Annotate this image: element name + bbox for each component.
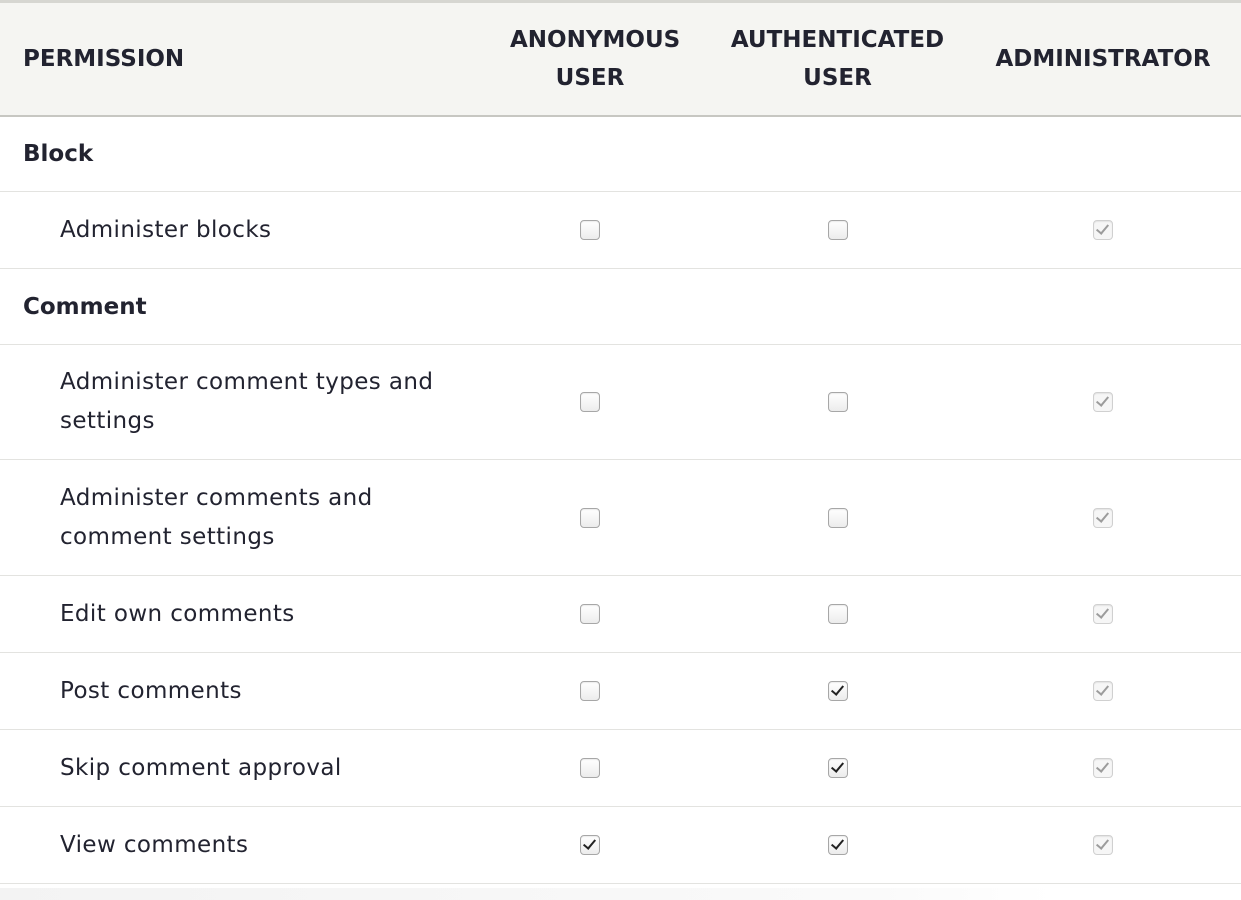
administrator-permission-cell — [965, 345, 1241, 460]
authenticated-permission-checkbox[interactable] — [827, 681, 848, 702]
anonymous-permission-cell — [470, 460, 710, 576]
permissions-table-body: Block Administer blocks Comment Administer … — [0, 116, 1241, 884]
anonymous-permission-checkbox[interactable] — [580, 835, 600, 856]
authenticated-permission-cell — [710, 460, 965, 576]
administrator-permission-cell — [965, 653, 1241, 730]
anonymous-permission-checkbox[interactable] — [580, 681, 600, 702]
anonymous-user-column-header: ANONYMOUS USER — [510, 26, 681, 91]
permission-group-row: Comment — [0, 269, 1241, 345]
authenticated-permission-checkbox[interactable] — [827, 758, 848, 779]
authenticated-permission-cell — [710, 192, 965, 269]
authenticated-permission-checkbox[interactable] — [827, 392, 848, 413]
administrator-permission-checkbox — [1093, 507, 1113, 528]
permission-label: Skip comment approval — [60, 754, 342, 781]
administrator-permission-cell — [965, 730, 1241, 807]
permission-row: Administer comment types and settings — [0, 345, 1241, 460]
administrator-permission-checkbox — [1093, 604, 1113, 625]
anonymous-permission-cell — [470, 653, 710, 730]
permission-label: Administer blocks — [60, 216, 272, 243]
administrator-permission-cell — [965, 460, 1241, 576]
permission-group-row: Block — [0, 116, 1241, 192]
authenticated-permission-checkbox[interactable] — [827, 507, 848, 528]
authenticated-permission-checkbox[interactable] — [827, 604, 848, 625]
anonymous-permission-checkbox[interactable] — [580, 392, 600, 413]
permission-column-header: PERMISSION — [23, 45, 185, 72]
permission-row: Post comments — [0, 653, 1241, 730]
permission-label: Administer comments and comment settings — [60, 484, 373, 550]
anonymous-permission-checkbox[interactable] — [580, 220, 600, 241]
authenticated-permission-checkbox[interactable] — [827, 220, 848, 241]
authenticated-permission-checkbox[interactable] — [827, 835, 848, 856]
administrator-permission-checkbox — [1093, 220, 1113, 241]
permission-row: Skip comment approval — [0, 730, 1241, 807]
permission-row: Administer comments and comment settings — [0, 460, 1241, 576]
authenticated-permission-cell — [710, 345, 965, 460]
authenticated-permission-cell — [710, 576, 965, 653]
permission-label: View comments — [60, 831, 249, 858]
authenticated-permission-cell — [710, 807, 965, 884]
permission-label: Administer comment types and settings — [60, 369, 434, 434]
permission-row: Administer blocks — [0, 192, 1241, 269]
anonymous-permission-cell — [470, 345, 710, 460]
administrator-permission-cell — [965, 192, 1241, 269]
anonymous-permission-checkbox[interactable] — [580, 604, 600, 625]
bottom-scroll-shadow — [0, 888, 1241, 900]
anonymous-permission-cell — [470, 192, 710, 269]
permission-row: Edit own comments — [0, 576, 1241, 653]
administrator-permission-checkbox — [1093, 392, 1113, 413]
administrator-column-header: ADMINISTRATOR — [995, 45, 1211, 72]
administrator-permission-cell — [965, 807, 1241, 884]
permission-group-title: Comment — [23, 293, 147, 320]
anonymous-permission-cell — [470, 576, 710, 653]
administrator-permission-checkbox — [1093, 835, 1113, 856]
anonymous-permission-cell — [470, 730, 710, 807]
administrator-permission-cell — [965, 576, 1241, 653]
administrator-permission-checkbox — [1093, 681, 1113, 702]
permission-row: View comments — [0, 807, 1241, 884]
anonymous-permission-cell — [470, 807, 710, 884]
authenticated-permission-cell — [710, 653, 965, 730]
permission-label: Post comments — [60, 677, 242, 704]
table-header-row: PERMISSION ANONYMOUS USER AUTHENTICATED … — [0, 1, 1241, 116]
administrator-permission-checkbox — [1093, 758, 1113, 779]
permission-label: Edit own comments — [60, 600, 295, 627]
permission-group-title: Block — [23, 140, 94, 167]
authenticated-permission-cell — [710, 730, 965, 807]
authenticated-user-column-header: AUTHENTICATED USER — [730, 26, 945, 91]
permissions-table: PERMISSION ANONYMOUS USER AUTHENTICATED … — [0, 0, 1241, 884]
anonymous-permission-checkbox[interactable] — [580, 507, 600, 528]
anonymous-permission-checkbox[interactable] — [580, 758, 600, 779]
